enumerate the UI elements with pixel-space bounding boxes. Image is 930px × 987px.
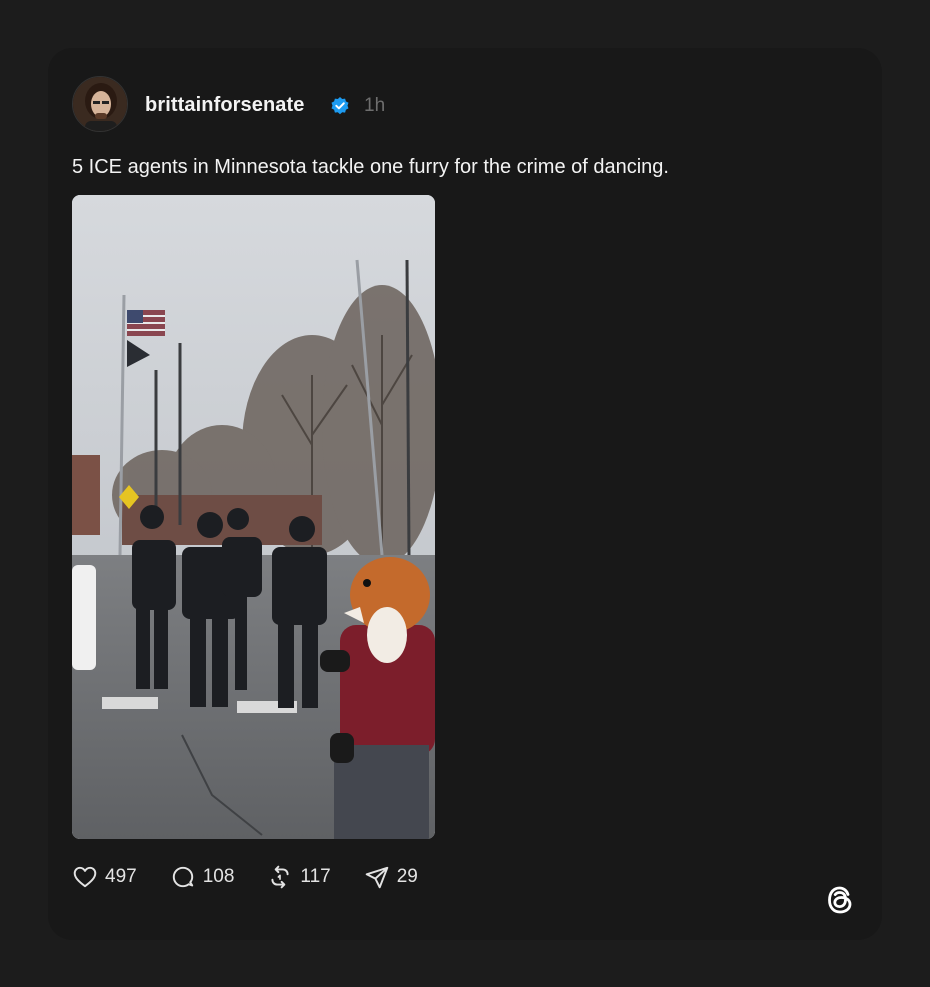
post-card: brittainforsenate 1h 5 ICE agents in Min… [48,48,882,940]
threads-logo-icon[interactable] [822,882,858,918]
post-video[interactable] [72,195,435,839]
post-timestamp[interactable]: 1h [364,95,385,117]
send-icon [365,866,388,889]
post-actions: 497 108 117 29 [72,862,451,892]
like-button[interactable]: 497 [72,864,137,890]
heart-icon [73,866,97,888]
speech-bubble-icon [172,866,193,888]
author-username[interactable]: brittainforsenate [145,94,305,117]
post-text: 5 ICE agents in Minnesota tackle one fur… [72,156,669,178]
reply-count: 108 [202,866,235,887]
repost-button[interactable]: 117 [267,864,331,890]
avatar[interactable] [72,76,128,132]
like-count: 497 [105,866,137,887]
share-count: 29 [396,866,418,887]
repost-icon [271,865,289,889]
verified-badge-icon [331,97,349,115]
repost-count: 117 [300,866,331,887]
share-button[interactable]: 29 [364,864,418,890]
reply-button[interactable]: 108 [170,864,235,890]
